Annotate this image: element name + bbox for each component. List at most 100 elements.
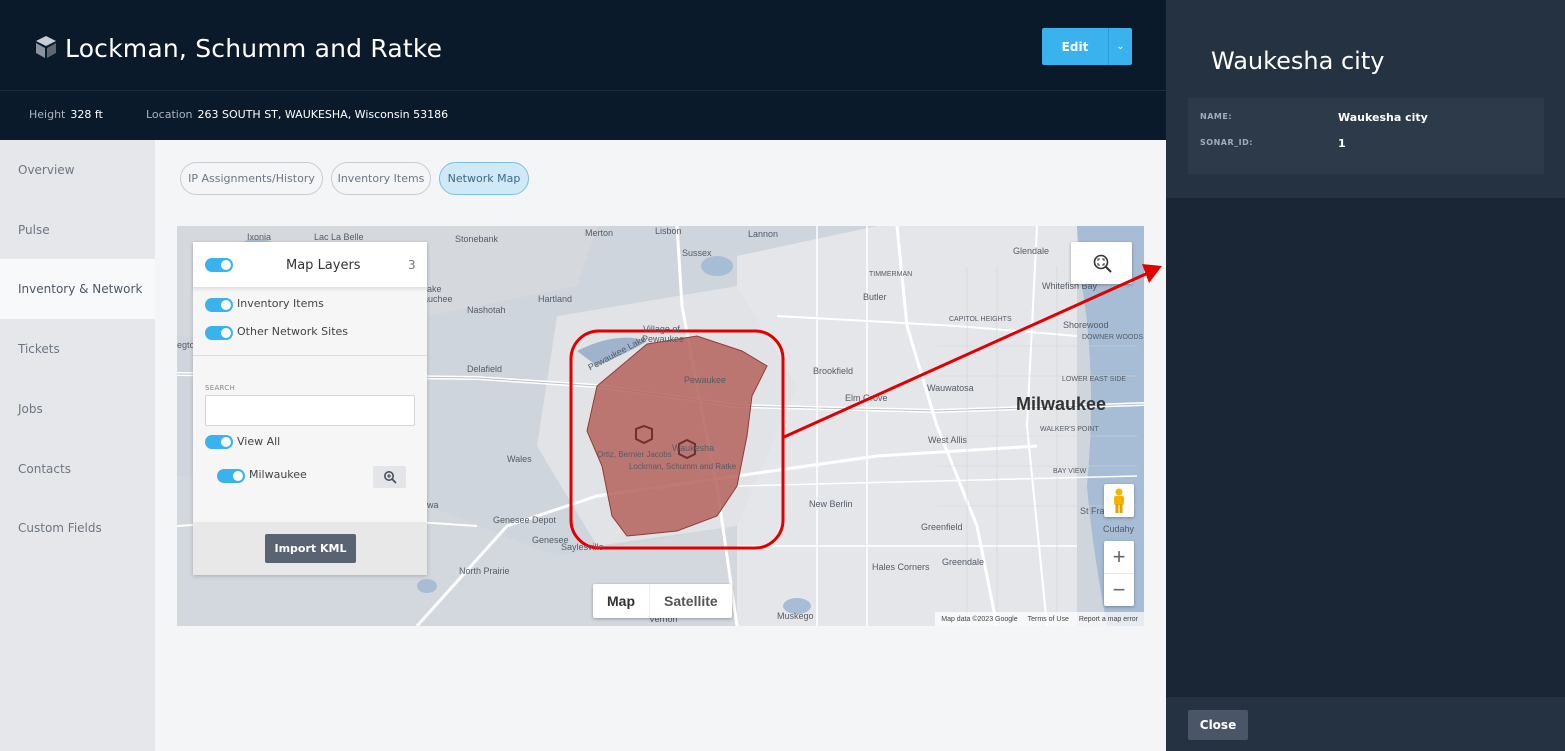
pegman-icon: [1114, 488, 1124, 513]
map-label: Cudahy: [1103, 524, 1135, 534]
map-label: New Berlin: [809, 499, 853, 509]
tab-network-map[interactable]: Network Map: [439, 162, 529, 195]
inventory-items-toggle[interactable]: [205, 298, 233, 312]
map-label: LOWER EAST SIDE: [1062, 376, 1127, 383]
milwaukee-layer-toggle[interactable]: [217, 469, 245, 483]
search-label: SEARCH: [205, 384, 236, 392]
inventory-items-label: Inventory Items: [237, 297, 324, 310]
map-label: West Allis: [928, 435, 967, 445]
chevron-down-icon[interactable]: ⌄: [1109, 41, 1132, 52]
map-label: Lockman, Schumm and Ratke: [629, 462, 737, 471]
map-layers-footer: Import KML: [193, 522, 427, 575]
edit-button[interactable]: Edit ⌄: [1042, 28, 1132, 65]
terms-of-use-link[interactable]: Terms of Use: [1028, 616, 1069, 623]
map-label: Greenfield: [921, 522, 963, 532]
map-layers-count: 3: [408, 258, 416, 272]
map-attribution: Map data ©2023 Google Terms of Use Repor…: [935, 612, 1144, 626]
site-header: Lockman, Schumm and Ratke Edit ⌄ Height 3…: [0, 0, 1166, 140]
map-label: auchee: [423, 294, 453, 304]
other-sites-label: Other Network Sites: [237, 325, 349, 338]
sonar-id-field-value: 1: [1338, 137, 1346, 150]
map-label: Ixonia: [247, 232, 272, 242]
map-label: Wales: [507, 454, 532, 464]
map-label: Brookfield: [813, 366, 854, 376]
map-label: Wauwatosa: [927, 383, 974, 393]
street-view-button[interactable]: [1104, 484, 1134, 517]
map-label: ake: [427, 284, 442, 294]
divider: [193, 355, 427, 356]
detail-panel-footer: Close: [1166, 697, 1565, 751]
location-key: Location: [146, 108, 193, 121]
map-type-control: Map Satellite: [593, 584, 732, 618]
page-title: Lockman, Schumm and Ratke: [65, 34, 443, 63]
tab-inventory-items[interactable]: Inventory Items: [331, 162, 431, 195]
search-input[interactable]: [205, 395, 415, 426]
zoom-in-button[interactable]: +: [1104, 541, 1134, 573]
location-value: 263 SOUTH ST, WAUKESHA, Wisconsin 53186: [197, 108, 449, 121]
network-map[interactable]: Ixonia Lac La Belle Stonebank Merton Lis…: [177, 226, 1144, 626]
map-label: Pewaukee: [684, 375, 727, 385]
sidebar-item-pulse[interactable]: Pulse: [0, 200, 155, 260]
edit-button-label: Edit: [1061, 39, 1089, 54]
map-label: Delafield: [467, 364, 503, 374]
sidebar-item-tickets[interactable]: Tickets: [0, 319, 155, 379]
zoom-to-layer-button[interactable]: [373, 466, 406, 488]
map-label: Sussex: [682, 248, 712, 258]
zoom-out-button[interactable]: −: [1104, 574, 1134, 606]
map-city-label: Milwaukee: [1016, 394, 1107, 414]
map-label: egto: [177, 340, 195, 350]
map-label: Hales Corners: [872, 562, 930, 572]
sidebar-item-contacts[interactable]: Contacts: [0, 439, 155, 499]
sidebar-item-inventory-network[interactable]: Inventory & Network: [0, 259, 155, 319]
sidebar-item-overview[interactable]: Overview: [0, 140, 155, 200]
map-layers-header: Map Layers 3: [193, 242, 427, 288]
sidebar-item-jobs[interactable]: Jobs: [0, 379, 155, 439]
map-label: Lac La Belle: [314, 232, 364, 242]
fit-bounds-button[interactable]: [1071, 242, 1132, 284]
map-label: Village of: [643, 324, 680, 334]
import-kml-button[interactable]: Import KML: [265, 534, 356, 563]
map-label: Genesee Depot: [493, 515, 557, 525]
map-label: Shorewood: [1063, 320, 1109, 330]
header-top: Lockman, Schumm and Ratke Edit ⌄: [0, 0, 1166, 90]
map-label: Stonebank: [455, 234, 499, 244]
map-label: Hartland: [538, 294, 573, 304]
map-label: North Prairie: [459, 566, 510, 576]
map-label: Saylesville: [561, 542, 604, 552]
height-key: Height: [29, 108, 66, 121]
map-label: CAPITOL HEIGHTS: [949, 316, 1012, 323]
header-meta-bar: Height 328 ft Location 263 SOUTH ST, WAUKE…: [0, 90, 1166, 140]
view-all-label: View All: [237, 435, 281, 448]
close-button[interactable]: Close: [1188, 710, 1248, 740]
zoom-in-icon: [383, 471, 397, 484]
report-map-error-link[interactable]: Report a map error: [1079, 616, 1138, 623]
sidebar-item-custom-fields[interactable]: Custom Fields: [0, 498, 155, 558]
map-label: Glendale: [1013, 246, 1050, 256]
location-meta: Location 263 SOUTH ST, WAUKESHA, Wisconsi…: [146, 108, 448, 121]
cube-logo-icon: [36, 36, 56, 58]
map-data-credit: Map data ©2023 Google: [941, 615, 1018, 623]
map-label: Lannon: [748, 229, 779, 239]
milwaukee-layer-label: Milwaukee: [249, 468, 307, 481]
map-label: wa: [427, 500, 439, 510]
map-layers-toggle[interactable]: [205, 258, 233, 272]
sonar-id-field-key: SONAR_ID:: [1200, 138, 1253, 147]
zoom-fit-icon: [1093, 254, 1112, 273]
map-layers-panel: Map Layers 3 Inventory Items Other Netwo…: [193, 242, 427, 575]
map-label: Greendale: [942, 557, 985, 567]
other-sites-toggle[interactable]: [205, 326, 233, 340]
height-meta: Height 328 ft: [29, 108, 103, 121]
detail-panel: Waukesha city NAME: Waukesha city SONAR_…: [1166, 0, 1565, 751]
map-label: Elm Grove: [845, 393, 888, 403]
view-all-toggle[interactable]: [205, 435, 233, 449]
map-type-satellite[interactable]: Satellite: [650, 584, 732, 618]
name-field-value: Waukesha city: [1338, 111, 1428, 124]
map-label: Pewaukee: [642, 334, 685, 344]
detail-fields-card: NAME: Waukesha city SONAR_ID: 1: [1188, 98, 1544, 174]
detail-title: Waukesha city: [1211, 47, 1385, 75]
map-type-map[interactable]: Map: [593, 584, 650, 618]
zoom-control: + −: [1104, 541, 1134, 606]
tab-ip-assignments[interactable]: IP Assignments/History: [180, 162, 323, 195]
map-label: TIMMERMAN: [869, 271, 913, 278]
map-label: Merton: [585, 228, 614, 238]
